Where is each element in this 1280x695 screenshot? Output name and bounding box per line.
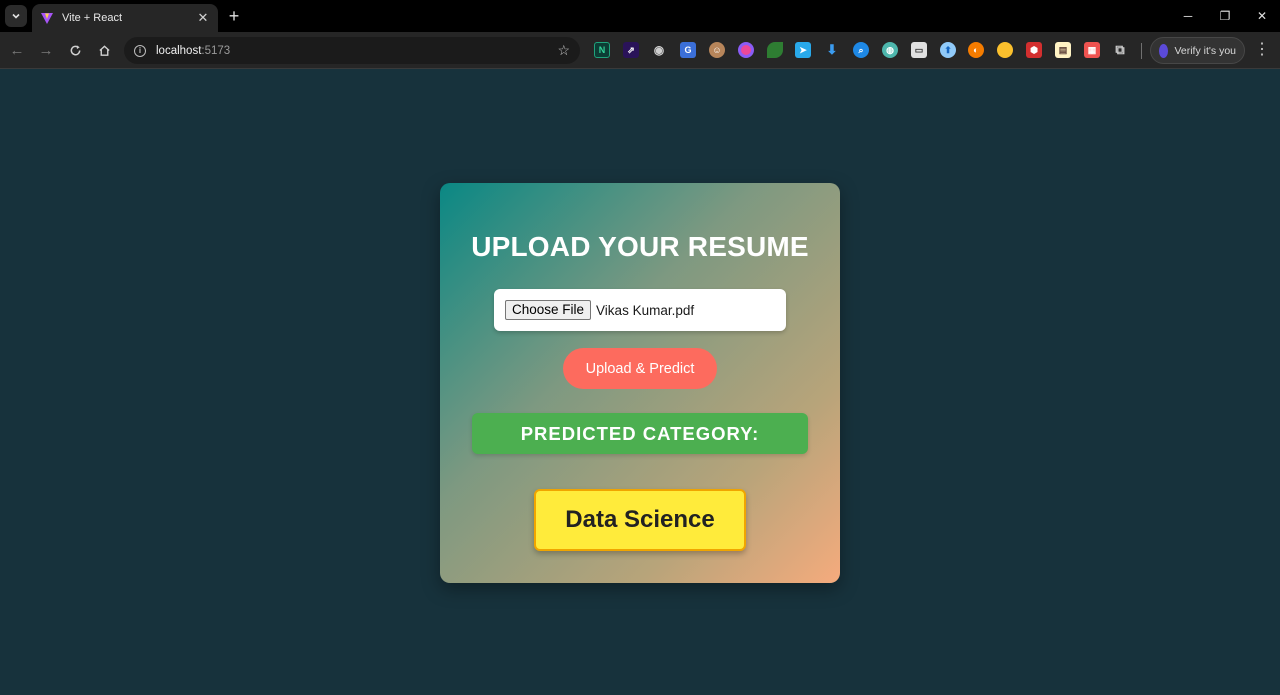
- reload-icon: [70, 44, 80, 55]
- bookmark-star-icon[interactable]: ☆: [557, 42, 570, 59]
- upload-ext-icon[interactable]: ⬆: [940, 42, 956, 58]
- color-ring-icon[interactable]: [738, 42, 754, 58]
- search-ext-icon[interactable]: ⌕: [853, 42, 869, 58]
- notion-icon[interactable]: N: [594, 42, 610, 58]
- card-title: UPLOAD YOUR RESUME: [471, 231, 809, 262]
- shortcut-icon[interactable]: ⇗: [623, 42, 639, 58]
- restore-button[interactable]: ❐: [1207, 0, 1243, 32]
- globe-icon[interactable]: ◍: [882, 42, 898, 58]
- url-port: :5173: [201, 44, 231, 57]
- toolbar-separator: [1141, 43, 1142, 59]
- translate-icon[interactable]: G: [680, 42, 696, 58]
- vite-logo-icon: [40, 11, 54, 25]
- home-button[interactable]: [93, 39, 115, 61]
- pdf-ext-icon[interactable]: ▦: [1084, 42, 1100, 58]
- site-info-icon[interactable]: i: [134, 44, 146, 57]
- address-bar[interactable]: i localhost:5173 ☆: [124, 37, 580, 64]
- profile-avatar-icon: [1159, 43, 1169, 58]
- choose-file-button[interactable]: Choose File: [505, 300, 592, 320]
- browser-toolbar: ← → i localhost:5173 ☆ N ⇗ ◉ G ☺ ➤ ⬇ ⌕ ◍…: [0, 32, 1280, 69]
- orange-ext-icon[interactable]: ◐: [968, 42, 984, 58]
- profile-label: Verify it's you: [1174, 44, 1236, 57]
- profile-button[interactable]: Verify it's you: [1150, 37, 1245, 64]
- extensions-puzzle-icon[interactable]: ⧉: [1112, 42, 1128, 58]
- predicted-category-label: PREDICTED CATEGORY:: [472, 413, 808, 454]
- selected-file-name: Vikas Kumar.pdf: [596, 302, 695, 318]
- chevron-down-icon: [12, 13, 20, 19]
- minimize-button[interactable]: ─: [1170, 0, 1206, 32]
- browser-menu-icon[interactable]: ⋮: [1254, 40, 1270, 60]
- home-icon: [98, 44, 110, 56]
- file-input[interactable]: Choose File Vikas Kumar.pdf: [494, 289, 786, 331]
- back-button[interactable]: ←: [6, 39, 28, 61]
- close-window-button[interactable]: ✕: [1244, 0, 1280, 32]
- avatar-ext-icon[interactable]: ☺: [709, 42, 725, 58]
- url-host: localhost: [156, 44, 202, 57]
- forward-button[interactable]: →: [35, 39, 57, 61]
- red-puzzle-icon[interactable]: ⬢: [1026, 42, 1042, 58]
- wallet-icon[interactable]: ▭: [911, 42, 927, 58]
- upload-predict-button[interactable]: Upload & Predict: [563, 348, 717, 389]
- leaf-icon[interactable]: [767, 42, 783, 58]
- tab-title: Vite + React: [62, 12, 123, 24]
- camera-icon[interactable]: ◉: [651, 42, 667, 58]
- reload-button[interactable]: [64, 39, 86, 61]
- tab-close-icon[interactable]: ✕: [196, 10, 210, 26]
- note-ext-icon[interactable]: ▤: [1055, 42, 1071, 58]
- badge-ext-icon[interactable]: [997, 42, 1013, 58]
- browser-tab[interactable]: Vite + React ✕: [32, 4, 218, 32]
- new-tab-button[interactable]: +: [224, 6, 244, 26]
- upload-card: UPLOAD YOUR RESUME Choose File Vikas Kum…: [440, 183, 840, 583]
- browser-tabstrip: Vite + React ✕ + ─ ❐ ✕: [0, 0, 1280, 32]
- prediction-result: Data Science: [534, 489, 746, 551]
- download-icon[interactable]: ⬇: [824, 42, 840, 58]
- telegram-icon[interactable]: ➤: [795, 42, 811, 58]
- tab-search-button[interactable]: [5, 5, 27, 27]
